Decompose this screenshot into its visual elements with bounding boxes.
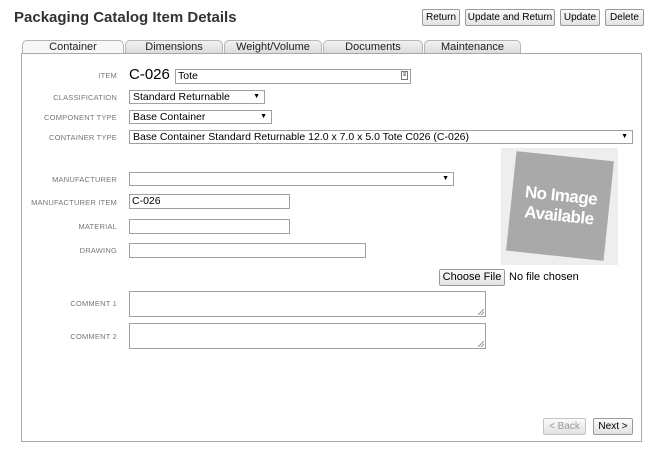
update-and-return-button[interactable]: Update and Return bbox=[465, 9, 555, 26]
item-name-input[interactable]: Tote ≡ bbox=[175, 69, 411, 84]
comment1-textarea[interactable] bbox=[129, 291, 486, 317]
back-button[interactable]: < Back bbox=[543, 418, 586, 435]
classification-select[interactable]: Standard Returnable ▼ bbox=[129, 90, 265, 104]
no-image-text: No Image Available bbox=[509, 181, 611, 231]
return-button[interactable]: Return bbox=[422, 9, 460, 26]
chevron-down-icon: ▼ bbox=[253, 93, 260, 100]
manufacturer-item-label: MANUFACTURER ITEM bbox=[31, 198, 117, 207]
no-image-placeholder: No Image Available bbox=[506, 151, 614, 261]
component-type-select[interactable]: Base Container ▼ bbox=[129, 110, 272, 124]
manufacturer-item-input[interactable]: C-026 bbox=[129, 194, 290, 209]
drawing-input[interactable] bbox=[129, 243, 366, 258]
chevron-down-icon: ▼ bbox=[442, 175, 449, 182]
tab-container[interactable]: Container bbox=[22, 40, 124, 54]
component-type-value: Base Container bbox=[133, 111, 206, 123]
container-type-label: CONTAINER TYPE bbox=[49, 133, 117, 142]
material-label: MATERIAL bbox=[78, 222, 117, 231]
file-status: No file chosen bbox=[509, 271, 579, 283]
delete-button[interactable]: Delete bbox=[605, 9, 644, 26]
item-label: ITEM bbox=[98, 71, 117, 80]
component-type-label: COMPONENT TYPE bbox=[44, 113, 117, 122]
classification-label: CLASSIFICATION bbox=[53, 93, 117, 102]
comment1-label: COMMENT 1 bbox=[70, 299, 117, 308]
manufacturer-select[interactable]: ▼ bbox=[129, 172, 454, 186]
choose-file-button[interactable]: Choose File bbox=[439, 269, 505, 286]
container-type-select[interactable]: Base Container Standard Returnable 12.0 … bbox=[129, 130, 633, 144]
drawing-label: DRAWING bbox=[79, 246, 117, 255]
classification-value: Standard Returnable bbox=[133, 91, 230, 103]
manufacturer-label: MANUFACTURER bbox=[52, 175, 117, 184]
tab-dimensions[interactable]: Dimensions bbox=[125, 40, 223, 54]
material-input[interactable] bbox=[129, 219, 290, 234]
text-expand-icon[interactable]: ≡ bbox=[401, 71, 408, 80]
item-code: C-026 bbox=[129, 66, 170, 83]
comment2-textarea[interactable] bbox=[129, 323, 486, 349]
next-button[interactable]: Next > bbox=[593, 418, 633, 435]
chevron-down-icon: ▼ bbox=[621, 133, 628, 140]
item-name-value: Tote bbox=[178, 70, 198, 82]
item-image: No Image Available bbox=[501, 148, 618, 265]
update-button[interactable]: Update bbox=[560, 9, 600, 26]
tab-weight-volume[interactable]: Weight/Volume bbox=[224, 40, 322, 54]
resize-grip-icon[interactable] bbox=[478, 309, 484, 315]
page-title: Packaging Catalog Item Details bbox=[14, 9, 237, 26]
tab-documents[interactable]: Documents bbox=[323, 40, 423, 54]
comment2-label: COMMENT 2 bbox=[70, 332, 117, 341]
resize-grip-icon[interactable] bbox=[478, 341, 484, 347]
tab-maintenance[interactable]: Maintenance bbox=[424, 40, 521, 54]
chevron-down-icon: ▼ bbox=[260, 113, 267, 120]
container-type-value: Base Container Standard Returnable 12.0 … bbox=[133, 131, 470, 143]
